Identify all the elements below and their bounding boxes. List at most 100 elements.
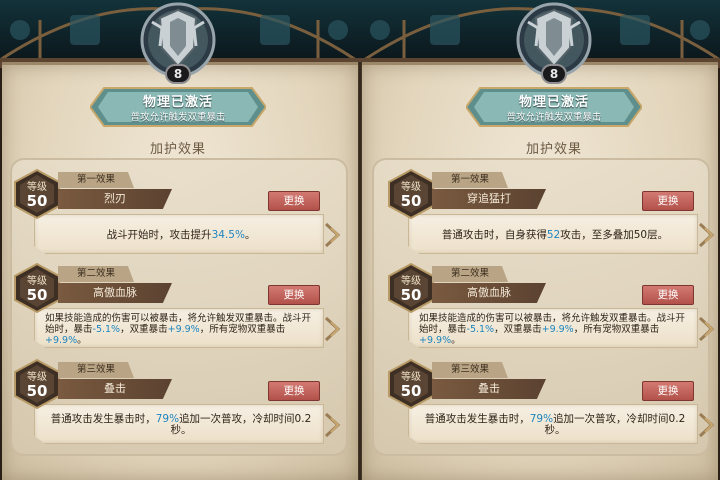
level-label: 等级 [27,182,47,193]
description-fragment: ，所有宠物双重暴击 [573,323,660,335]
description-fragment: 普通攻击发生暴击时， [424,413,530,425]
effect-description-text: 普通攻击时，自身获得52攻击，至多叠加50层。 [441,228,669,241]
effect-order-label: 第一效果 [432,172,508,188]
description-fragment: 。 [77,334,87,346]
level-badge: 8 [165,64,191,84]
chevron-right-icon [324,316,342,342]
top-banner [0,0,720,68]
effect-order-label: 第二效果 [58,266,134,282]
level-badge: 8 [541,64,567,84]
chevron-right-icon [324,412,342,438]
effect-order-label: 第二效果 [432,266,508,282]
level-label: 等级 [401,372,421,383]
highlight-value: 34.5% [211,228,245,241]
effect-name: 高傲血脉 [58,283,172,303]
effect-description: 如果技能造成的伤害可以被暴击，将允许触发双重暴击。战斗开始时，暴击-5.1%，双… [419,313,691,346]
description-fragment: 追加一次普攻，冷却时间0.2秒。 [170,413,312,436]
swap-effect-button[interactable]: 更换 [268,285,320,305]
effect-description: 如果技能造成的伤害可以被暴击，将允许触发双重暴击。战斗开始时，暴击-5.1%，双… [45,313,317,346]
highlight-value: +9.9% [419,334,452,346]
effect-row: 普通攻击发生暴击时，79%追加一次普攻，冷却时间0.2秒。 等级 50 第三效果 叠击更… [386,358,716,450]
effect-row: 普通攻击时，自身获得52攻击，至多叠加50层。 等级 50 第一效果 穿追猛打 更换 [386,168,716,260]
effect-description-text: 战斗开始时，攻击提升34.5%。 [106,228,256,241]
description-fragment: ，双重暴击 [120,323,168,335]
highlight-value: -5.1% [466,323,495,335]
effect-description-text: 如果技能造成的伤害可以被暴击，将允许触发双重暴击。战斗开始时，暴击-5.1%，双… [45,313,317,346]
effect-description-box: 普通攻击发生暴击时，79%追加一次普攻，冷却时间0.2秒。 [408,404,698,444]
level-label: 等级 [27,276,47,287]
level-hex-badge: 等级 50 [12,262,62,314]
effect-description-box: 普通攻击时，自身获得52攻击，至多叠加50层。 [408,214,698,254]
swap-effect-button[interactable]: 更换 [268,191,320,211]
chevron-right-icon [324,222,342,248]
highlight-value: +9.9% [45,334,78,346]
swap-effect-button[interactable]: 更换 [642,285,694,305]
description-fragment: 普通攻击时，自身获得 [441,228,547,241]
level-value: 50 [26,192,48,210]
level-value: 50 [26,286,48,304]
effect-description: 战斗开始时，攻击提升34.5%。 [45,219,317,251]
section-title: 加护效果 [525,142,582,157]
level-value: 50 [26,382,48,400]
effect-row: 如果技能造成的伤害可以被暴击，将允许触发双重暴击。战斗开始时，暴击-5.1%，双… [12,262,342,354]
status-title: 物理已激活 [142,95,213,110]
effect-order-label: 第三效果 [432,362,508,378]
effect-row: 普通攻击发生暴击时，79%追加一次普攻，冷却时间0.2秒。 等级 50 第三效果 叠击更… [12,358,342,450]
status-subtitle: 普攻允许触发双重暴击 [130,112,226,123]
effect-name: 叠击 [58,379,172,399]
level-label: 等级 [27,372,47,383]
effect-name: 穿追猛打 [432,189,546,209]
effect-name: 烈刃 [58,189,172,209]
highlight-value: +9.9% [167,323,200,335]
level-hex-badge: 等级 50 [12,168,62,220]
description-fragment: ，所有宠物双重暴击 [199,323,286,335]
description-fragment: 战斗开始时，攻击提升 [106,228,212,241]
crest-shield-icon: 8 [512,0,596,84]
swap-effect-button[interactable]: 更换 [268,381,320,401]
effect-order-label: 第三效果 [58,362,134,378]
level-label: 等级 [401,182,421,193]
effect-description-box: 如果技能造成的伤害可以被暴击，将允许触发双重暴击。战斗开始时，暴击-5.1%，双… [34,308,324,348]
level-hex-badge: 等级 50 [386,168,436,220]
effect-description: 普通攻击发生暴击时，79%追加一次普攻，冷却时间0.2秒。 [419,409,691,441]
highlight-value: +9.9% [541,323,574,335]
chevron-right-icon [698,222,716,248]
crest-shield-icon: 8 [136,0,220,84]
description-fragment: 攻击，至多叠加50层。 [560,228,669,241]
status-title: 物理已激活 [518,95,589,110]
level-value: 50 [400,192,422,210]
description-fragment: 追加一次普攻，冷却时间0.2秒。 [544,413,686,436]
effect-description: 普通攻击时，自身获得52攻击，至多叠加50层。 [419,219,691,251]
status-plate: 物理已激活 普攻允许触发双重暴击 [466,86,642,128]
swap-effect-button[interactable]: 更换 [642,381,694,401]
effect-row: 如果技能造成的伤害可以被暴击，将允许触发双重暴击。战斗开始时，暴击-5.1%，双… [386,262,716,354]
description-fragment: 。 [451,334,461,346]
status-subtitle: 普攻允许触发双重暴击 [506,112,602,123]
level-label: 等级 [401,276,421,287]
chevron-right-icon [698,412,716,438]
highlight-value: 52 [546,228,561,241]
level-hex-badge: 等级 50 [386,262,436,314]
effect-name: 叠击 [432,379,546,399]
stained-glass-decoration [0,0,720,68]
effect-name: 高傲血脉 [432,283,546,303]
description-fragment: 普通攻击发生暴击时， [50,413,156,425]
description-fragment: ，双重暴击 [494,323,542,335]
effect-description-box: 如果技能造成的伤害可以被暴击，将允许触发双重暴击。战斗开始时，暴击-5.1%，双… [408,308,698,348]
effect-order-label: 第一效果 [58,172,134,188]
chevron-right-icon [698,316,716,342]
highlight-value: -5.1% [92,323,121,335]
swap-effect-button[interactable]: 更换 [642,191,694,211]
effect-description-text: 普通攻击发生暴击时，79%追加一次普攻，冷却时间0.2秒。 [45,414,317,436]
effect-description: 普通攻击发生暴击时，79%追加一次普攻，冷却时间0.2秒。 [45,409,317,441]
effect-description-text: 如果技能造成的伤害可以被暴击，将允许触发双重暴击。战斗开始时，暴击-5.1%，双… [419,313,691,346]
level-value: 50 [400,382,422,400]
effect-description-box: 战斗开始时，攻击提升34.5%。 [34,214,324,254]
status-plate: 物理已激活 普攻允许触发双重暴击 [90,86,266,128]
level-value: 50 [400,286,422,304]
description-fragment: 。 [244,228,256,241]
level-hex-badge: 等级 50 [386,358,436,410]
level-hex-badge: 等级 50 [12,358,62,410]
effect-description-box: 普通攻击发生暴击时，79%追加一次普攻，冷却时间0.2秒。 [34,404,324,444]
effect-row: 战斗开始时，攻击提升34.5%。 等级 50 第一效果 烈刃 更换 [12,168,342,260]
